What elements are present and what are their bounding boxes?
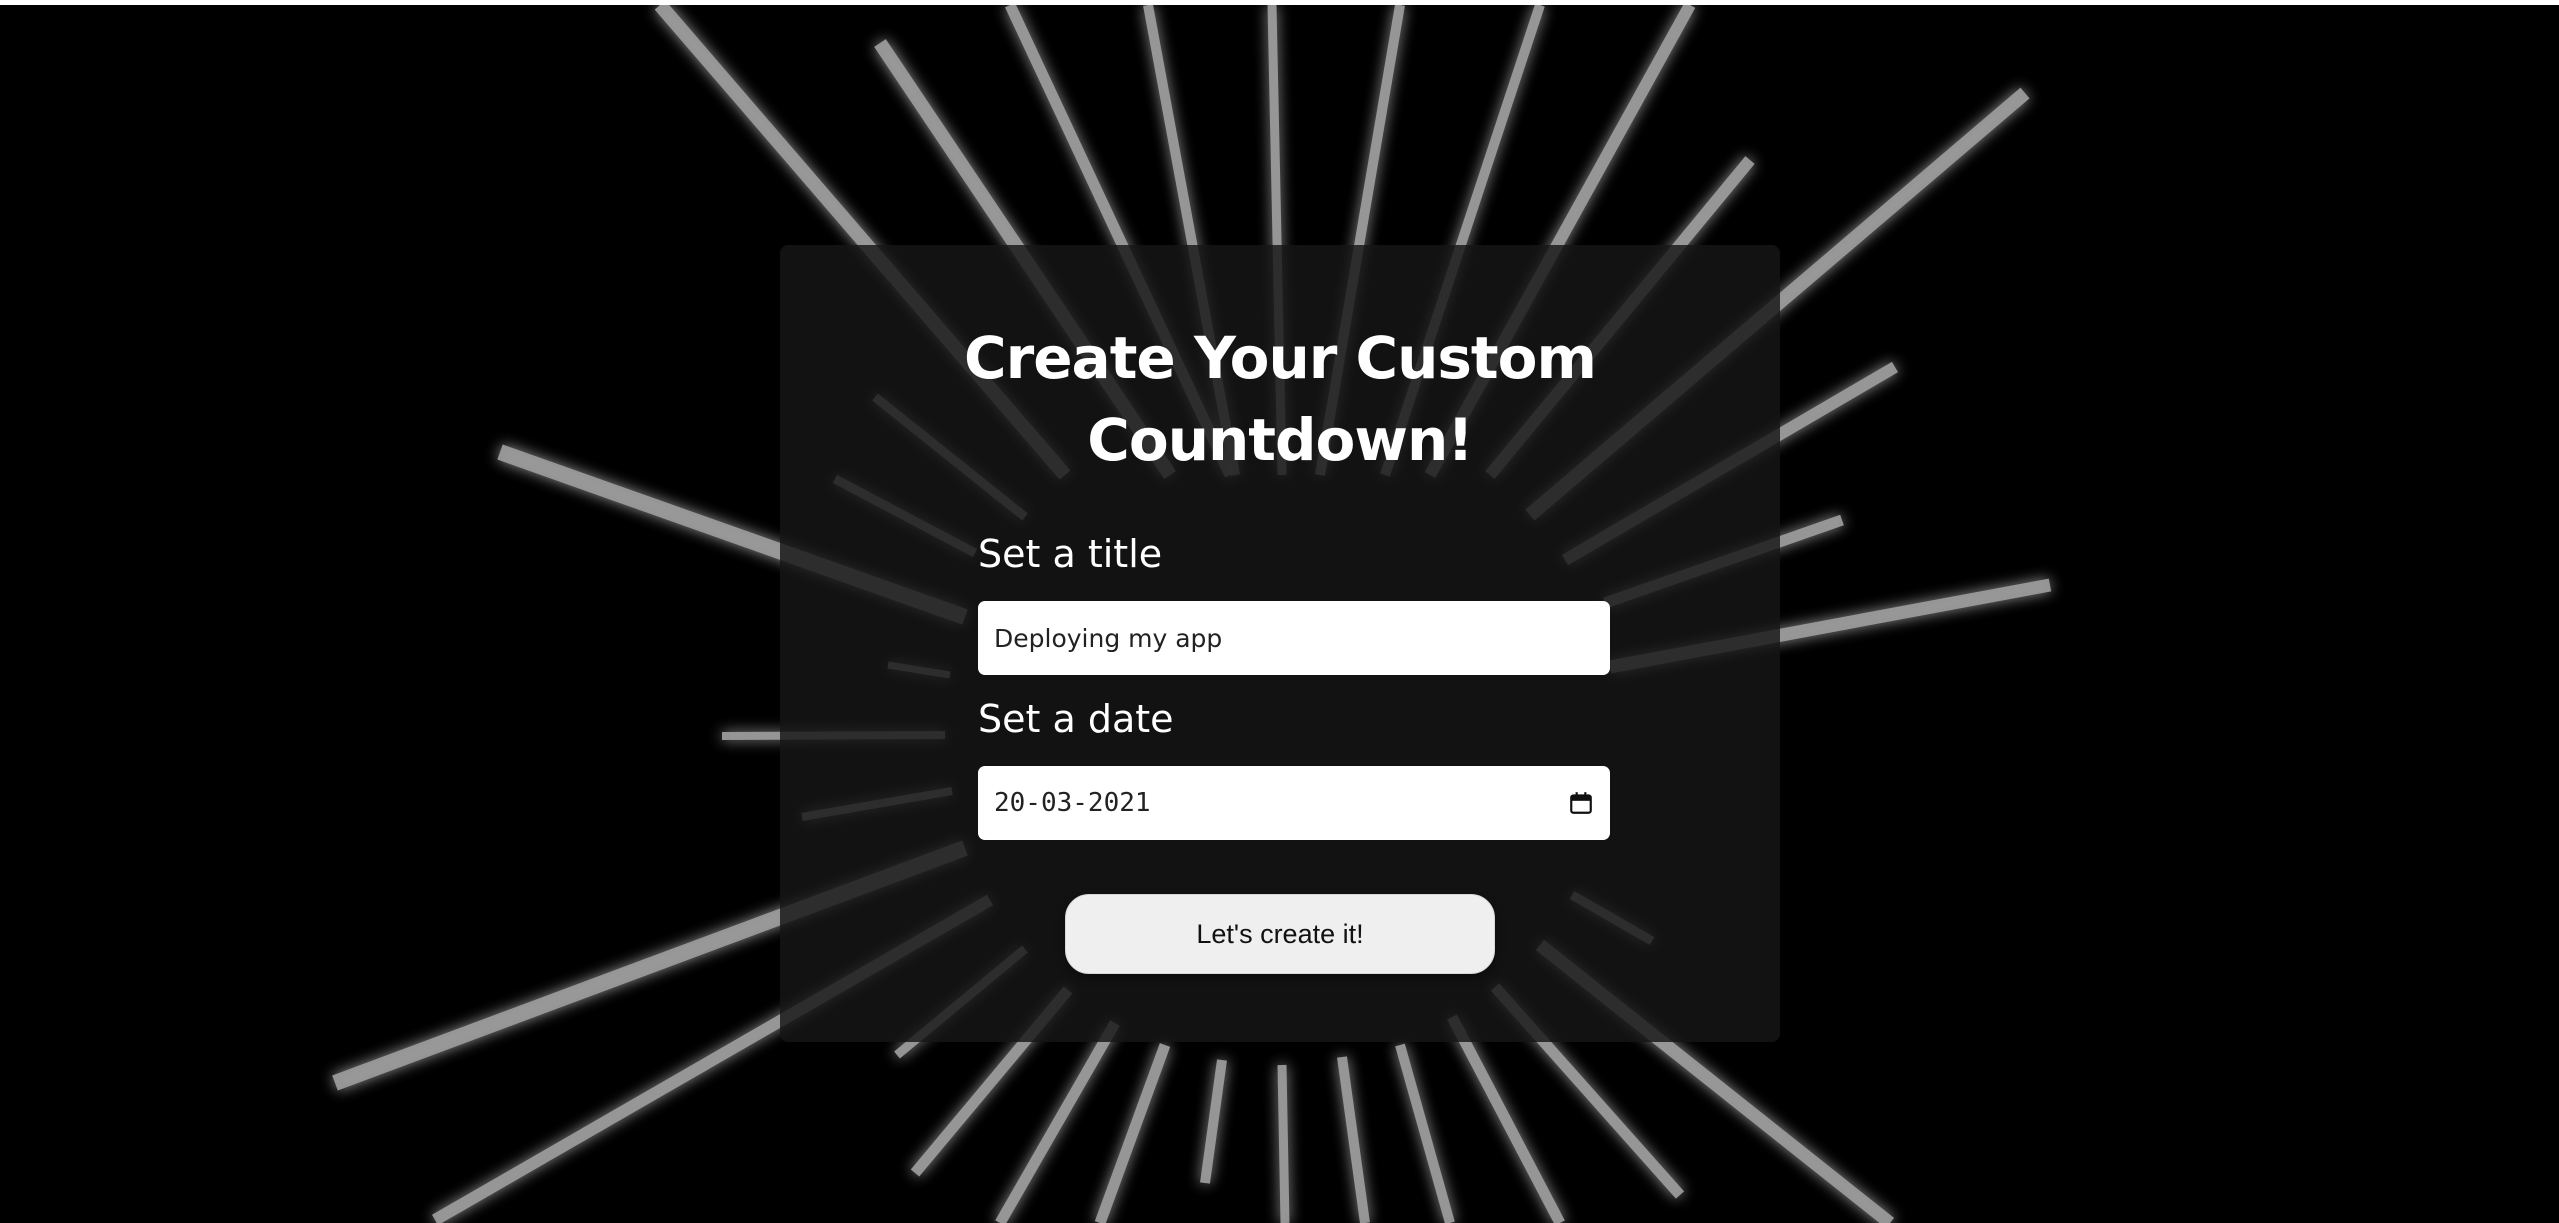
date-input[interactable]: 20-03-2021: [978, 766, 1610, 840]
countdown-form-card: Create Your Custom Countdown! Set a titl…: [780, 245, 1780, 1042]
title-input[interactable]: Deploying my app: [978, 601, 1610, 675]
calendar-icon[interactable]: [1568, 790, 1594, 816]
light-ray: [1337, 1056, 1370, 1223]
title-input-value: Deploying my app: [994, 623, 1223, 653]
date-label: Set a date: [978, 697, 1174, 741]
light-ray: [1395, 1043, 1455, 1223]
create-countdown-button[interactable]: Let's create it!: [1065, 894, 1495, 974]
light-ray: [1094, 1043, 1171, 1223]
light-ray: [1200, 1059, 1227, 1184]
date-input-value: 20-03-2021: [994, 788, 1151, 818]
title-label: Set a title: [978, 532, 1163, 576]
light-ray: [1277, 1064, 1290, 1223]
page-title: Create Your Custom Countdown!: [964, 324, 1597, 474]
